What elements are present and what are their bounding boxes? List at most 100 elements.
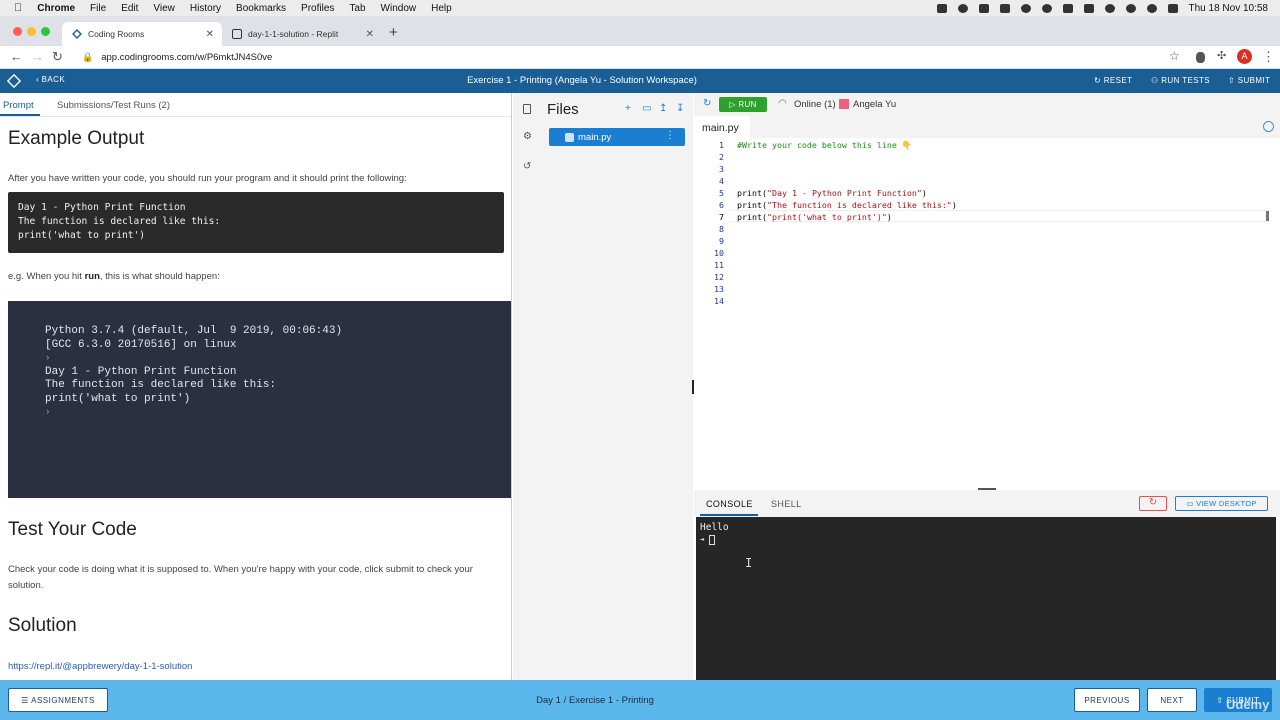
replit-favicon-icon <box>232 29 242 39</box>
menu-file[interactable]: File <box>90 3 106 14</box>
minimize-window-icon[interactable] <box>27 27 36 36</box>
code-line[interactable] <box>737 271 1267 283</box>
puzzle-extensions-icon[interactable]: ✣ <box>1217 49 1226 62</box>
back-arrow-icon[interactable]: ← <box>10 49 23 64</box>
add-file-icon[interactable]: + <box>625 103 631 114</box>
solution-link[interactable]: https://repl.it/@appbrewery/day-1-1-solu… <box>8 661 192 672</box>
paragraph-eg: e.g. When you hit run, this is what shou… <box>8 271 220 282</box>
view-desktop-button[interactable]: ▭ VIEW DESKTOP <box>1175 496 1268 511</box>
line-number: 13 <box>714 284 724 294</box>
code-line[interactable]: print("Day 1 - Python Print Function") <box>737 187 1267 199</box>
browser-tab-replit[interactable]: day-1-1-solution - Replit ✕ <box>222 22 382 46</box>
code-line[interactable] <box>737 283 1267 295</box>
files-sidebar: ⚙ ↺ <box>513 93 541 680</box>
add-folder-icon[interactable]: ▭ <box>642 103 651 114</box>
line-number-gutter: 1 2 3 4 5 6 7 8 9 10 11 12 13 14 <box>694 138 724 307</box>
code-line[interactable] <box>737 175 1267 187</box>
tab-title: Coding Rooms <box>88 29 145 39</box>
text-cursor-icon: I <box>745 556 753 570</box>
flag-icon[interactable] <box>1062 3 1073 13</box>
workspace-title: Exercise 1 - Printing (Angela Yu - Solut… <box>467 75 697 86</box>
wifi-icon[interactable] <box>1104 3 1115 13</box>
code-line[interactable] <box>737 163 1267 175</box>
code-line[interactable]: print("print('what to print')") <box>737 211 1267 223</box>
code-line[interactable] <box>737 235 1267 247</box>
browser-tabstrip: Coding Rooms ✕ day-1-1-solution - Replit… <box>0 16 1280 46</box>
tab-console[interactable]: CONSOLE <box>706 499 753 509</box>
macos-menubar:  Chrome File Edit View History Bookmark… <box>0 0 1280 16</box>
tab-shell[interactable]: SHELL <box>771 499 802 509</box>
code-line[interactable] <box>737 247 1267 259</box>
code-text[interactable]: #Write your code below this line 👇 print(… <box>737 138 1267 307</box>
submit-header-button[interactable]: ⇧ SUBMIT <box>1228 76 1270 85</box>
status-icon[interactable] <box>957 3 968 13</box>
status-icon[interactable] <box>936 3 947 13</box>
menu-window[interactable]: Window <box>381 3 417 14</box>
close-tab-icon[interactable]: ✕ <box>366 29 374 40</box>
reload-icon[interactable]: ↻ <box>52 49 63 65</box>
profile-avatar[interactable]: A <box>1237 49 1252 64</box>
address-bar-input[interactable]: 🔒 app.codingrooms.com/w/P6mktJN4S0ve <box>74 47 1184 67</box>
debug-icon[interactable]: ↻ <box>703 98 711 109</box>
menu-app-name[interactable]: Chrome <box>37 3 75 14</box>
browser-tab-coding-rooms[interactable]: Coding Rooms ✕ <box>62 22 222 46</box>
extension-icon[interactable] <box>1196 52 1205 63</box>
close-window-icon[interactable] <box>13 27 22 36</box>
restart-button[interactable]: ↻ <box>1139 496 1167 511</box>
editor-tab-main-py[interactable]: main.py <box>694 116 750 138</box>
heading-example-output: Example Output <box>8 128 145 149</box>
menu-history[interactable]: History <box>190 3 221 14</box>
editor-scrollbar[interactable] <box>1266 211 1269 221</box>
file-item-main-py[interactable]: main.py ⋮ <box>549 128 685 146</box>
menu-bookmarks[interactable]: Bookmarks <box>236 3 286 14</box>
user-icon[interactable] <box>1125 3 1136 13</box>
panel-resize-handle[interactable] <box>692 380 694 394</box>
tab-prompt[interactable]: Prompt <box>3 100 34 111</box>
run-button[interactable]: ▷ RUN <box>719 97 767 112</box>
search-icon[interactable] <box>1146 3 1157 13</box>
menu-tab[interactable]: Tab <box>349 3 365 14</box>
status-icon[interactable] <box>978 3 989 13</box>
download-icon[interactable]: ↧ <box>676 103 684 114</box>
zoom-window-icon[interactable] <box>41 27 50 36</box>
close-tab-icon[interactable]: ✕ <box>206 29 214 40</box>
previous-button[interactable]: PREVIOUS <box>1074 688 1140 712</box>
menu-profiles[interactable]: Profiles <box>301 3 334 14</box>
code-line[interactable] <box>737 259 1267 271</box>
apple-menu-icon[interactable]:  <box>14 2 22 14</box>
bookmark-star-icon[interactable]: ☆ <box>1169 49 1180 63</box>
console-output[interactable]: Hello ➔ <box>696 517 1276 680</box>
line-number: 11 <box>714 260 724 270</box>
console-tabs: CONSOLE SHELL ↻ ▭ VIEW DESKTOP <box>694 490 1280 517</box>
code-line[interactable] <box>737 295 1267 307</box>
menu-view[interactable]: View <box>153 3 175 14</box>
paragraph-after: After you have written your code, you sh… <box>8 173 407 184</box>
play-icon[interactable] <box>1020 3 1031 13</box>
files-icon[interactable] <box>523 104 531 114</box>
code-line[interactable]: print("The function is declared like thi… <box>737 199 1267 211</box>
terminal-output-text: Day 1 - Python Print Function The functi… <box>45 365 277 405</box>
settings-gear-icon[interactable]: ⚙ <box>523 131 533 142</box>
moon-icon[interactable] <box>1041 3 1052 13</box>
upload-icon[interactable]: ↥ <box>659 103 667 114</box>
menu-help[interactable]: Help <box>431 3 452 14</box>
code-line[interactable]: #Write your code below this line 👇 <box>737 139 1267 151</box>
heading-solution: Solution <box>8 615 77 636</box>
menubar-datetime[interactable]: Thu 18 Nov 10:58 <box>1189 3 1269 14</box>
history-icon[interactable]: ↺ <box>523 161 533 172</box>
new-tab-button[interactable]: + <box>389 24 398 41</box>
forward-arrow-icon[interactable]: → <box>31 49 44 64</box>
battery-icon[interactable] <box>1083 3 1094 13</box>
menu-edit[interactable]: Edit <box>121 3 138 14</box>
next-button[interactable]: NEXT <box>1147 688 1197 712</box>
run-tests-button[interactable]: ⚇ RUN TESTS <box>1151 76 1210 85</box>
code-line[interactable] <box>737 223 1267 235</box>
status-icon[interactable] <box>999 3 1010 13</box>
tab-submissions[interactable]: Submissions/Test Runs (2) <box>57 100 170 111</box>
control-center-icon[interactable] <box>1167 3 1178 13</box>
code-line[interactable] <box>737 151 1267 163</box>
chrome-menu-icon[interactable]: ⋮ <box>1262 49 1275 65</box>
line-number: 5 <box>719 188 724 198</box>
reset-button[interactable]: ↻ RESET <box>1094 76 1132 85</box>
file-options-icon[interactable]: ⋮ <box>665 130 675 141</box>
